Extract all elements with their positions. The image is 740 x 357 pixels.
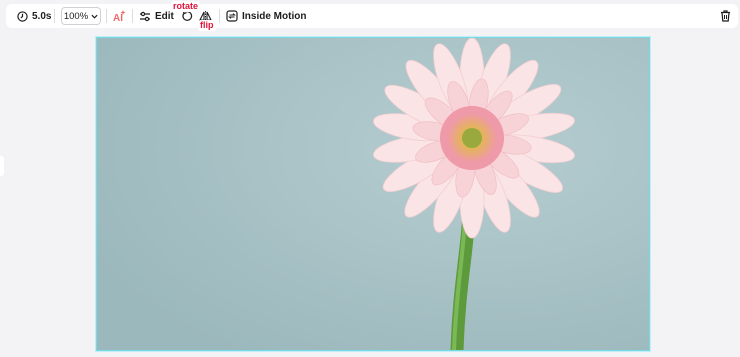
ai-button[interactable]: AI	[112, 4, 126, 28]
svg-text:AI: AI	[113, 13, 123, 23]
divider	[106, 9, 107, 23]
chevron-down-icon	[91, 11, 98, 22]
divider	[132, 9, 133, 23]
divider	[54, 9, 55, 23]
trash-icon	[720, 10, 731, 22]
rotate-tag: rotate	[171, 1, 201, 12]
inside-motion-button[interactable]: Inside Motion	[226, 4, 306, 28]
sliders-icon	[139, 11, 151, 22]
ai-sparkle-icon: AI	[112, 9, 126, 23]
toolbar: 5.0s 100% AI Edit Inside Motion	[6, 4, 738, 28]
duration-label: 5.0s	[32, 10, 52, 22]
zoom-value: 100%	[63, 10, 89, 22]
canvas-image[interactable]	[95, 36, 651, 352]
zoom-select[interactable]: 100%	[61, 7, 101, 25]
edit-button[interactable]: Edit	[139, 4, 174, 28]
divider	[219, 9, 220, 23]
duration-button[interactable]: 5.0s	[17, 4, 51, 28]
edit-label: Edit	[155, 10, 174, 22]
clock-icon	[17, 10, 28, 22]
side-panel-handle[interactable]	[0, 156, 4, 176]
delete-button[interactable]	[720, 4, 731, 28]
flower-image	[97, 38, 649, 350]
motion-icon	[226, 10, 238, 22]
flip-tag: flip	[198, 20, 216, 31]
inside-motion-label: Inside Motion	[242, 10, 307, 22]
